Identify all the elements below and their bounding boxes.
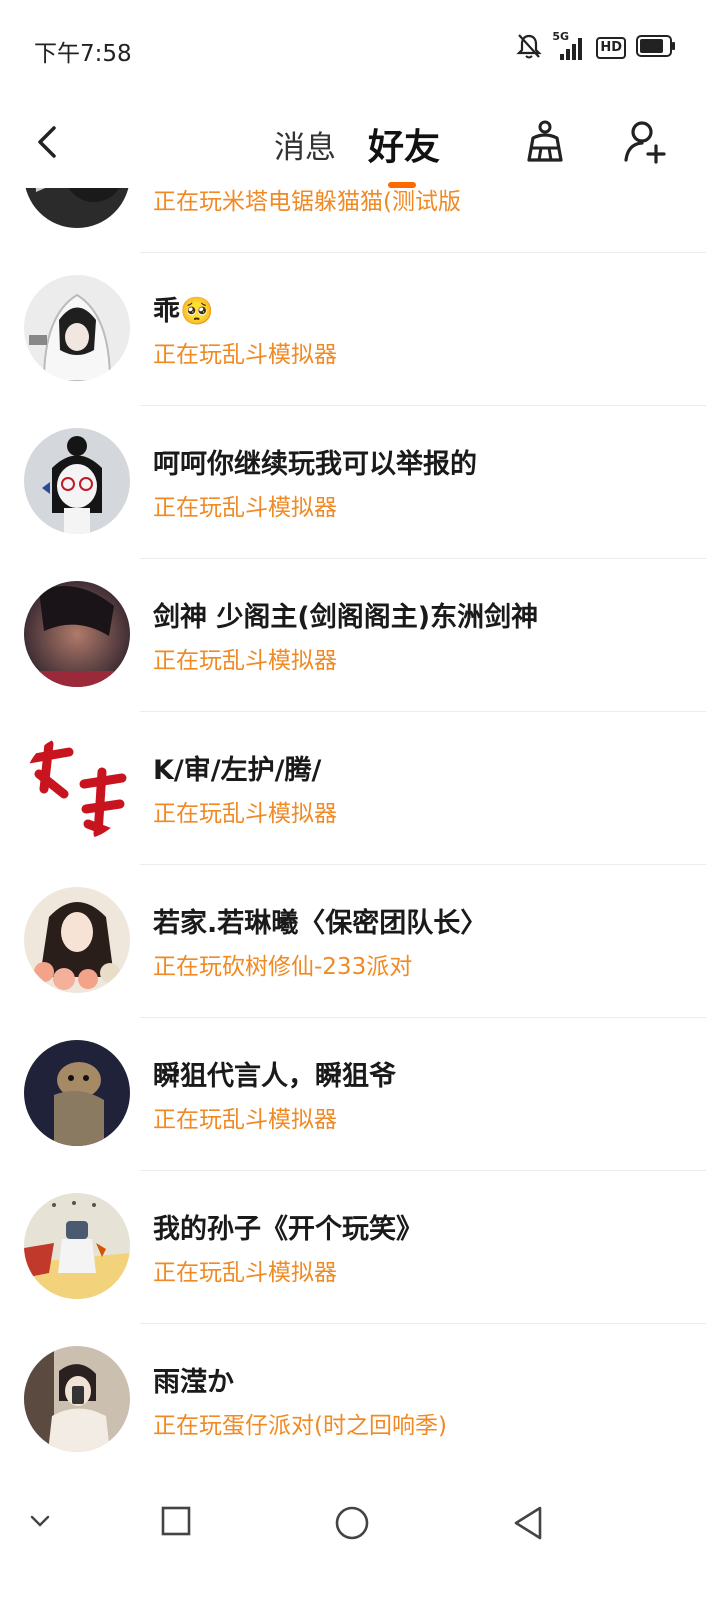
friend-row[interactable]: K/审/左护/腾/ 正在玩乱斗模拟器 bbox=[0, 712, 720, 865]
add-friend-icon bbox=[624, 121, 666, 164]
avatar[interactable] bbox=[24, 1040, 130, 1146]
friend-row[interactable]: 我的孙子《开个玩笑》 正在玩乱斗模拟器 bbox=[0, 1171, 720, 1324]
friend-status: 正在玩乱斗模拟器 bbox=[153, 1260, 337, 1286]
avatar[interactable] bbox=[24, 887, 130, 993]
friend-name: 瞬狙代言人，瞬狙爷 bbox=[153, 1061, 396, 1092]
avatar[interactable] bbox=[24, 275, 130, 381]
avatar[interactable] bbox=[24, 734, 130, 840]
status-bar: 下午7:58 5G HD bbox=[0, 0, 720, 96]
clean-button[interactable] bbox=[521, 118, 569, 166]
friend-status: 正在玩蛋仔派对(时之回响季) bbox=[153, 1413, 447, 1439]
friend-name: K/审/左护/腾/ bbox=[153, 755, 322, 786]
system-nav-bar bbox=[0, 1475, 720, 1600]
back-triangle-icon[interactable] bbox=[512, 1505, 544, 1545]
friend-name: 呵呵你继续玩我可以举报的 bbox=[153, 449, 477, 480]
recents-square-icon[interactable] bbox=[160, 1505, 192, 1541]
avatar[interactable] bbox=[24, 1193, 130, 1299]
add-friend-button[interactable] bbox=[620, 118, 668, 166]
status-time: 下午7:58 bbox=[34, 41, 132, 67]
tab-friends[interactable]: 好友 bbox=[368, 118, 440, 170]
friend-row[interactable]: 若家.若琳曦〈保密团队长〉 正在玩砍树修仙-233派对 bbox=[0, 865, 720, 1018]
signal-icon: 5G bbox=[552, 30, 586, 62]
friend-status: 正在玩乱斗模拟器 bbox=[153, 1107, 337, 1133]
broom-icon bbox=[527, 120, 563, 162]
hd-badge: HD bbox=[596, 37, 626, 59]
chevron-down-icon[interactable] bbox=[28, 1511, 52, 1535]
friend-status: 正在玩乱斗模拟器 bbox=[153, 342, 337, 368]
friend-status: 正在玩砍树修仙-233派对 bbox=[153, 954, 413, 980]
avatar[interactable] bbox=[24, 581, 130, 687]
header: 消息 好友 bbox=[0, 96, 720, 188]
friend-row[interactable]: 剑神 少阁主(剑阁阁主)东洲剑神 正在玩乱斗模拟器 bbox=[0, 559, 720, 712]
back-arrow-icon bbox=[38, 126, 56, 158]
friend-name: 若家.若琳曦〈保密团队长〉 bbox=[153, 908, 488, 939]
active-tab-indicator bbox=[388, 182, 416, 188]
friend-row[interactable]: 雨滢か 正在玩蛋仔派对(时之回响季) bbox=[0, 1324, 720, 1475]
avatar[interactable] bbox=[24, 428, 130, 534]
friend-row[interactable]: 呵呵你继续玩我可以举报的 正在玩乱斗模拟器 bbox=[0, 406, 720, 559]
tab-messages[interactable]: 消息 bbox=[274, 122, 336, 167]
friend-status: 正在玩乱斗模拟器 bbox=[153, 801, 337, 827]
friend-name: 雨滢か bbox=[153, 1367, 234, 1398]
friend-row[interactable]: 瞬狙代言人，瞬狙爷 正在玩乱斗模拟器 bbox=[0, 1018, 720, 1171]
battery-icon bbox=[636, 35, 676, 61]
avatar[interactable] bbox=[24, 1346, 130, 1452]
friend-row[interactable]: 乖🥺 正在玩乱斗模拟器 bbox=[0, 253, 720, 406]
friend-status: 正在玩乱斗模拟器 bbox=[153, 648, 337, 674]
friend-name: 剑神 少阁主(剑阁阁主)东洲剑神 bbox=[153, 602, 539, 633]
status-icons: 5G HD bbox=[516, 30, 676, 64]
back-button[interactable] bbox=[30, 120, 70, 164]
friend-list[interactable]: 正在玩米塔电锯躲猫猫(测试版 乖🥺 正在玩乱斗模拟器 呵呵你继续玩我可以举报的 … bbox=[0, 130, 720, 1475]
bell-off-icon bbox=[516, 32, 542, 64]
friend-name: 我的孙子《开个玩笑》 bbox=[153, 1214, 423, 1245]
friend-status: 正在玩乱斗模拟器 bbox=[153, 495, 337, 521]
home-circle-icon[interactable] bbox=[334, 1505, 370, 1545]
friend-name: 乖🥺 bbox=[153, 296, 214, 327]
